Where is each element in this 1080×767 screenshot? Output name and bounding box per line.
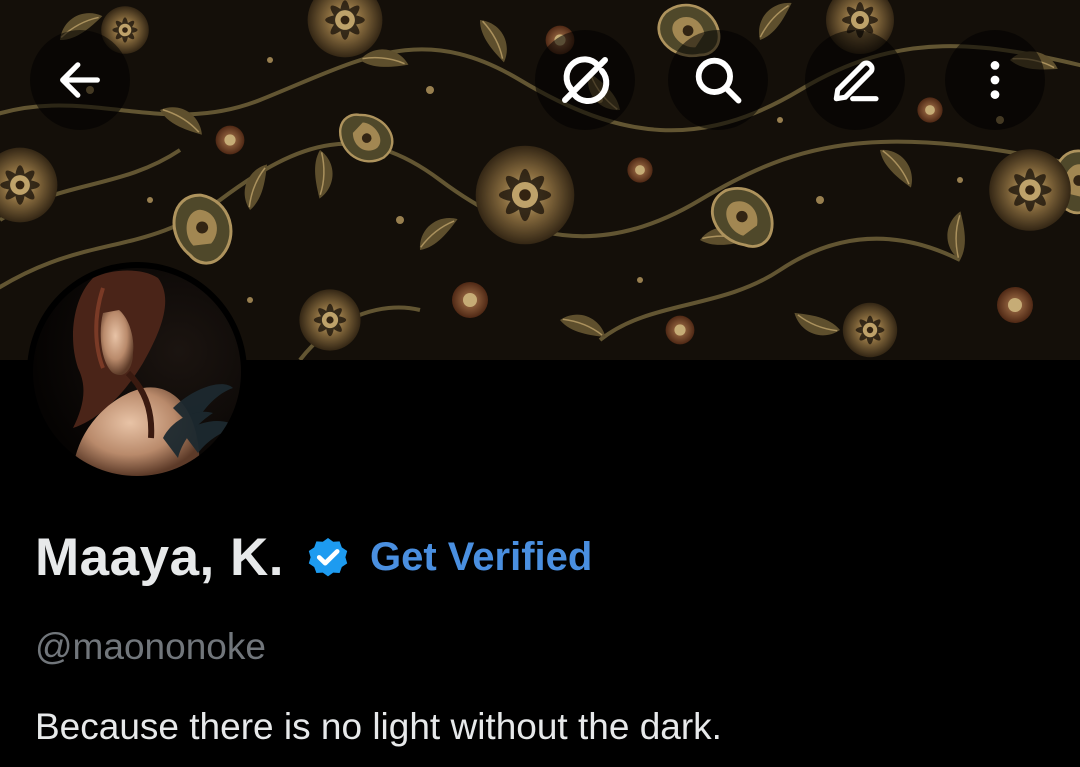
- search-button[interactable]: [668, 30, 768, 130]
- back-button[interactable]: [30, 30, 130, 130]
- avatar[interactable]: [27, 262, 247, 482]
- profile-handle: @maononoke: [35, 626, 266, 667]
- more-vertical-icon: [970, 55, 1020, 105]
- arrow-left-icon: [54, 54, 106, 106]
- more-options-button[interactable]: [945, 30, 1045, 130]
- get-verified-link[interactable]: Get Verified: [370, 535, 592, 580]
- display-name: Maaya, K.: [35, 527, 285, 587]
- verified-badge-icon[interactable]: [304, 533, 352, 581]
- profile-bio: Because there is no light without the da…: [35, 706, 722, 747]
- search-icon: [689, 51, 747, 109]
- grok-icon: [555, 50, 615, 110]
- grok-button[interactable]: [535, 30, 635, 130]
- edit-profile-button[interactable]: [805, 30, 905, 130]
- profile-name-row: Maaya, K. Get Verified: [35, 522, 592, 592]
- pencil-icon: [827, 52, 883, 108]
- profile-screen: Maaya, K. Get Verified @maononoke Becaus…: [0, 0, 1080, 767]
